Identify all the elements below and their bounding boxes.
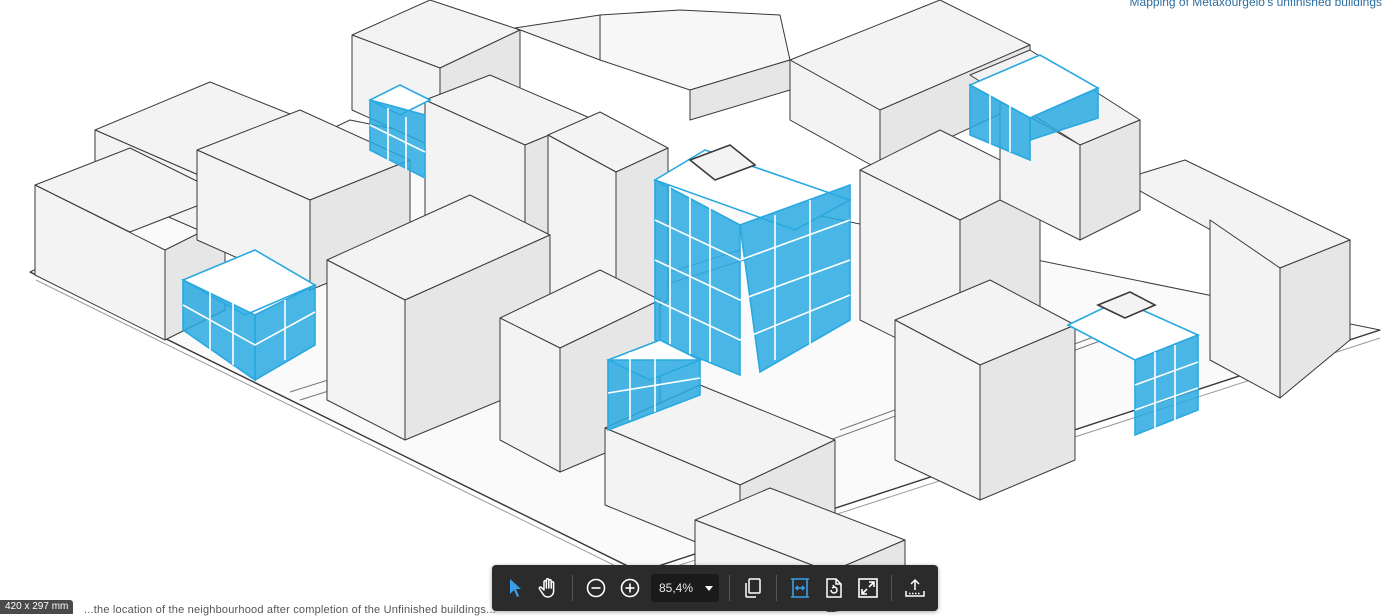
expand-icon	[858, 578, 878, 598]
toolbar-separator	[776, 575, 777, 601]
zoom-in-button[interactable]	[615, 573, 645, 603]
page-view-button[interactable]	[738, 573, 768, 603]
chevron-down-icon	[705, 585, 713, 591]
building-right-front	[894, 279, 1076, 501]
upload-tray-icon	[905, 578, 925, 597]
zoom-level-dropdown[interactable]: 85,4%	[651, 574, 719, 602]
fit-width-icon	[791, 578, 809, 598]
full-screen-button[interactable]	[853, 573, 883, 603]
toolbar-separator	[891, 575, 892, 601]
viewer-toolbar: 85,4%	[492, 565, 938, 611]
zoom-level-value: 85,4%	[659, 581, 694, 595]
page-caption: Mapping of Metaxourgeio's unfinished bui…	[1129, 0, 1382, 9]
select-tool-button[interactable]	[500, 573, 530, 603]
fit-width-button[interactable]	[785, 573, 815, 603]
export-button[interactable]	[900, 573, 930, 603]
arrow-pointer-icon	[510, 579, 521, 597]
zoom-out-button[interactable]	[581, 573, 611, 603]
pages-icon	[745, 578, 761, 598]
page-body-text: ...the location of the neighbourhood aft…	[84, 604, 496, 616]
hand-icon	[538, 578, 555, 598]
rotate-page-icon	[826, 578, 842, 598]
rotate-page-button[interactable]	[819, 573, 849, 603]
axonometric-city-block-drawing	[29, 0, 1381, 612]
toolbar-separator	[729, 575, 730, 601]
plus-circle-icon	[620, 578, 640, 598]
toolbar-separator	[572, 575, 573, 601]
pan-tool-button[interactable]	[534, 573, 564, 603]
minus-circle-icon	[586, 578, 606, 598]
